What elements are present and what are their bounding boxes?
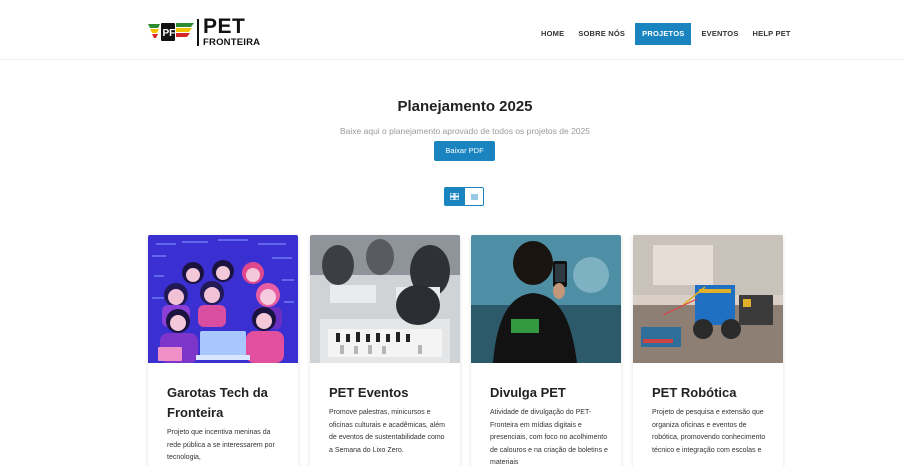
main-nav: HOME SOBRE NÓS PROJETOS EVENTOS HELP PET <box>534 23 798 45</box>
project-card-divulga-pet[interactable]: Divulga PET Atividade de divulgação do P… <box>471 235 621 466</box>
logo-sub: FRONTEIRA <box>203 37 261 48</box>
logo-text: PET FRONTEIRA <box>203 15 261 48</box>
site-header: PF PET FRONTEIRA HOME SOBRE NÓS PROJETOS… <box>0 0 904 60</box>
page-subtitle: Baixe aqui o planejamento aprovado de to… <box>340 126 590 136</box>
download-pdf-button[interactable]: Baixar PDF <box>434 141 495 161</box>
card-description: Promove palestras, minicursos e oficinas… <box>329 409 445 454</box>
view-toggle <box>444 187 484 206</box>
card-description: Projeto de pesquisa e extensão que organ… <box>652 409 766 454</box>
pet-fronteira-logo[interactable]: PF PET FRONTEIRA <box>148 16 260 50</box>
card-image-divulga-pet <box>471 235 621 363</box>
grid-icon <box>449 193 459 200</box>
nav-eventos[interactable]: EVENTOS <box>694 23 745 45</box>
card-image-pet-robotica <box>633 235 783 363</box>
card-description: Projeto que incentiva meninas da rede pú… <box>167 429 275 461</box>
nav-home[interactable]: HOME <box>534 23 571 45</box>
project-card-pet-eventos[interactable]: PET Eventos Promove palestras, minicurso… <box>310 235 460 466</box>
card-description: Atividade de divulgação do PET-Fronteira… <box>490 409 608 466</box>
nav-help-pet[interactable]: HELP PET <box>746 23 798 45</box>
grid-view-button[interactable] <box>444 187 464 206</box>
logo-word: PET <box>203 15 246 38</box>
list-icon <box>470 194 478 199</box>
page-title: Planejamento 2025 <box>397 98 533 115</box>
card-title: Divulga PET <box>490 385 566 400</box>
project-card-garotas-tech[interactable]: Garotas Tech da Fronteira Projeto que in… <box>148 235 298 466</box>
card-title: PET Robótica <box>652 385 737 400</box>
card-title: PET Eventos <box>329 385 409 400</box>
card-image-garotas-tech <box>148 235 298 363</box>
project-card-pet-robotica[interactable]: PET Robótica Projeto de pesquisa e exten… <box>633 235 783 466</box>
card-title: Garotas Tech da Fronteira <box>167 385 268 420</box>
logo-divider <box>197 19 199 46</box>
svg-text:PF: PF <box>163 28 176 39</box>
nav-projetos[interactable]: PROJETOS <box>635 23 692 45</box>
nav-sobre-nos[interactable]: SOBRE NÓS <box>571 23 632 45</box>
card-image-pet-eventos <box>310 235 460 363</box>
pf-wing-logo-icon: PF <box>148 23 194 41</box>
list-view-button[interactable] <box>464 187 484 206</box>
